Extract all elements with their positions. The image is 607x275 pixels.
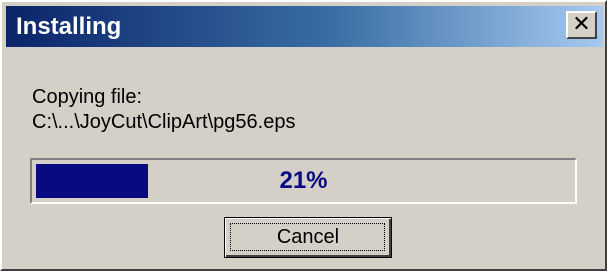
installing-dialog: Installing ✕ Copying file: C:\...\JoyCut… (0, 0, 607, 271)
cancel-button-label: Cancel (276, 226, 340, 248)
close-button[interactable]: ✕ (566, 11, 597, 39)
progress-bar: 21% (30, 158, 577, 204)
close-icon: ✕ (572, 12, 591, 37)
window-title: Installing (16, 13, 122, 40)
progress-percent: 21% (279, 167, 328, 194)
cancel-button[interactable]: Cancel (224, 217, 392, 258)
copying-file-label: Copying file: (32, 86, 143, 108)
title-bar[interactable]: Installing ✕ (6, 6, 603, 47)
current-file-path: C:\...\JoyCut\ClipArt\pg56.eps (32, 111, 296, 133)
